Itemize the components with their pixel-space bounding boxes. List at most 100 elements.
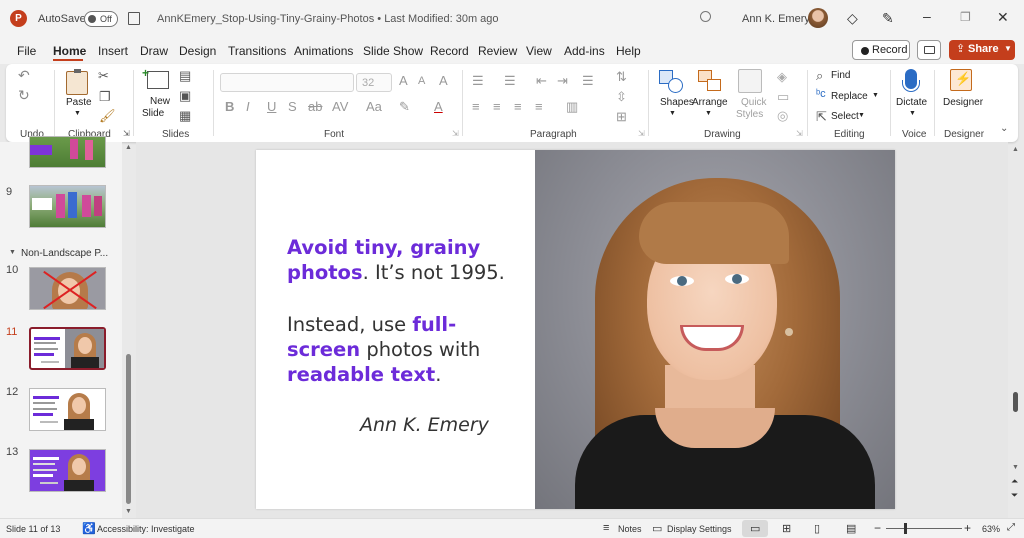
- format-painter-icon[interactable]: 🖌: [99, 109, 116, 122]
- paste-icon[interactable]: [66, 69, 88, 95]
- align-center-icon[interactable]: ≡: [493, 100, 501, 113]
- replace-icon[interactable]: ᵇc: [816, 89, 826, 100]
- accessibility-status[interactable]: Accessibility: Investigate: [97, 524, 195, 534]
- numbering-icon[interactable]: ☰: [504, 74, 516, 87]
- reset-icon[interactable]: ▣: [179, 89, 191, 102]
- user-name[interactable]: Ann K. Emery: [742, 13, 810, 25]
- chevron-down-icon[interactable]: ▼: [705, 110, 712, 117]
- zoom-level[interactable]: 63%: [982, 524, 1000, 534]
- minimize-icon[interactable]: –: [923, 8, 931, 24]
- chevron-down-icon[interactable]: ▼: [74, 110, 81, 117]
- save-icon[interactable]: [128, 12, 140, 25]
- scroll-up-icon[interactable]: ▲: [1012, 146, 1019, 153]
- slide-canvas[interactable]: Avoid tiny, grainy photos. It’s not 1995…: [256, 150, 895, 509]
- bullets-icon[interactable]: ☰: [472, 74, 484, 87]
- display-settings-icon[interactable]: ▭: [652, 522, 662, 535]
- next-slide-icon[interactable]: ⏷: [1011, 490, 1018, 501]
- find-button[interactable]: Find: [831, 70, 850, 81]
- find-icon[interactable]: ⌕: [816, 69, 823, 82]
- portrait-photo[interactable]: [535, 150, 895, 509]
- font-color-icon[interactable]: A: [434, 100, 443, 113]
- slide-thumbnail-current[interactable]: [29, 327, 106, 370]
- close-icon[interactable]: ✕: [997, 9, 1009, 26]
- autosave-toggle[interactable]: Off: [84, 11, 118, 27]
- document-title[interactable]: AnnKEmery_Stop-Using-Tiny-Grainy-Photos …: [157, 13, 499, 25]
- shapes-label[interactable]: Shapes: [660, 97, 694, 108]
- shape-effects-icon[interactable]: ◎: [777, 109, 788, 122]
- tab-record[interactable]: Record: [430, 44, 469, 58]
- align-text-icon[interactable]: ⇳: [616, 90, 627, 103]
- align-right-icon[interactable]: ≡: [514, 100, 522, 113]
- scroll-down-icon[interactable]: ▼: [125, 508, 132, 515]
- cut-icon[interactable]: ✂: [98, 69, 109, 82]
- comment-button[interactable]: [917, 40, 941, 60]
- decrease-indent-icon[interactable]: ⇤: [536, 74, 547, 87]
- powerpoint-icon[interactable]: P: [10, 10, 27, 27]
- dialog-launcher-icon[interactable]: ⇲: [638, 130, 645, 138]
- line-spacing-icon[interactable]: ☰: [582, 74, 594, 87]
- font-size-input[interactable]: 32: [356, 73, 392, 92]
- tab-home[interactable]: Home: [53, 44, 86, 58]
- decrease-font-icon[interactable]: A: [418, 76, 425, 87]
- shape-fill-icon[interactable]: ◈: [777, 70, 787, 83]
- select-icon[interactable]: ⇱: [816, 110, 827, 123]
- arrange-label[interactable]: Arrange: [692, 97, 728, 108]
- normal-view-button[interactable]: ▭: [742, 520, 768, 537]
- fit-to-window-icon[interactable]: ⤢: [1007, 522, 1015, 533]
- increase-font-icon[interactable]: A: [399, 74, 408, 87]
- undo-icon[interactable]: ↶: [18, 68, 30, 82]
- shapes-icon[interactable]: [659, 70, 685, 94]
- align-left-icon[interactable]: ≡: [472, 100, 480, 113]
- section-icon[interactable]: ▦: [179, 109, 191, 122]
- select-button[interactable]: Select: [831, 111, 859, 122]
- shape-outline-icon[interactable]: ▭: [777, 90, 789, 103]
- zoom-slider-track[interactable]: [886, 528, 962, 529]
- paste-label[interactable]: Paste: [66, 97, 92, 108]
- restore-icon[interactable]: ❐: [960, 10, 971, 24]
- tab-add-ins[interactable]: Add-ins: [564, 44, 605, 58]
- zoom-slider-thumb[interactable]: [904, 523, 907, 534]
- chevron-down-icon[interactable]: ▼: [9, 249, 16, 256]
- designer-label[interactable]: Designer: [943, 97, 983, 108]
- quick-styles-label[interactable]: Quick: [741, 97, 767, 108]
- new-slide-label[interactable]: New: [150, 96, 170, 107]
- search-icon[interactable]: [700, 11, 711, 22]
- notes-icon[interactable]: ≡: [603, 522, 609, 534]
- zoom-in-icon[interactable]: +: [964, 521, 971, 535]
- slide-thumbnail[interactable]: [29, 267, 106, 310]
- tab-review[interactable]: Review: [478, 44, 517, 58]
- slide-thumbnail[interactable]: [29, 449, 106, 492]
- dialog-launcher-icon[interactable]: ⇲: [452, 130, 459, 138]
- redo-icon[interactable]: ↻: [18, 88, 30, 102]
- italic-icon[interactable]: I: [246, 100, 250, 113]
- replace-button[interactable]: Replace: [831, 91, 868, 102]
- new-slide-icon[interactable]: +: [142, 66, 169, 89]
- tab-animations[interactable]: Animations: [294, 44, 353, 58]
- tab-file[interactable]: File: [17, 44, 36, 58]
- body-line-1[interactable]: Instead, use full-: [287, 312, 456, 338]
- headline-line-1[interactable]: Avoid tiny, grainy: [287, 235, 480, 261]
- editor-scrollbar-thumb[interactable]: [1013, 392, 1018, 412]
- record-button[interactable]: Record: [852, 40, 910, 60]
- tab-design[interactable]: Design: [179, 44, 216, 58]
- arrange-icon[interactable]: [698, 70, 724, 94]
- chevron-down-icon[interactable]: ▼: [909, 110, 916, 117]
- layout-icon[interactable]: ▤: [179, 69, 191, 82]
- change-case-icon[interactable]: Aa: [366, 100, 382, 113]
- bold-icon[interactable]: B: [225, 100, 234, 113]
- zoom-out-icon[interactable]: −: [874, 521, 881, 535]
- chevron-down-icon[interactable]: ▼: [669, 110, 676, 117]
- accessibility-icon[interactable]: ♿: [82, 522, 96, 535]
- previous-slide-icon[interactable]: ⏶: [1011, 476, 1018, 487]
- character-spacing-icon[interactable]: AV: [332, 100, 348, 113]
- slide-thumbnail[interactable]: [29, 185, 106, 228]
- author-name[interactable]: Ann K. Emery: [360, 414, 489, 436]
- highlight-icon[interactable]: ✎: [399, 100, 410, 113]
- quick-styles-label-2[interactable]: Styles: [736, 109, 763, 120]
- new-slide-label-2[interactable]: Slide: [142, 108, 164, 119]
- scroll-up-icon[interactable]: ▲: [125, 144, 132, 151]
- slideshow-icon[interactable]: ▤: [846, 522, 856, 535]
- strikethrough-icon[interactable]: ab: [308, 100, 322, 113]
- dictate-label[interactable]: Dictate: [896, 97, 927, 108]
- dialog-launcher-icon[interactable]: ⇲: [123, 130, 130, 138]
